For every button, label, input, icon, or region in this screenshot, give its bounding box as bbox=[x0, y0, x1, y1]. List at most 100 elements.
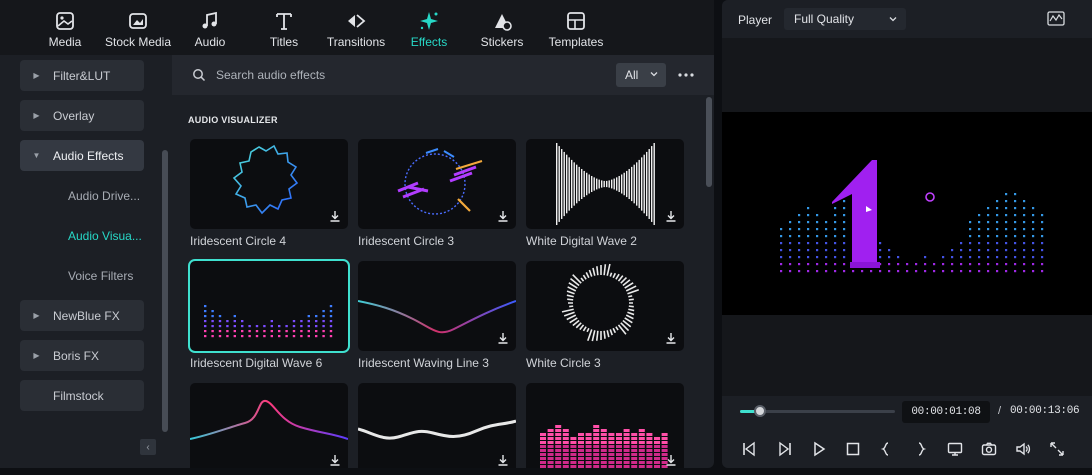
stock-media-icon bbox=[129, 13, 147, 29]
camera-icon bbox=[981, 442, 997, 456]
download-icon[interactable] bbox=[496, 453, 510, 467]
category-label: Boris FX bbox=[53, 348, 100, 363]
category-newblue-fx[interactable]: ▶ NewBlue FX bbox=[20, 300, 144, 331]
tab-stock-media[interactable]: Stock Media bbox=[104, 0, 172, 55]
category-label: NewBlue FX bbox=[53, 308, 120, 323]
tab-transitions-label: Transitions bbox=[326, 35, 386, 49]
tab-transitions[interactable]: Transitions bbox=[327, 0, 385, 55]
caret-right-icon: ▶ bbox=[33, 111, 40, 120]
tab-stickers-label: Stickers bbox=[480, 35, 524, 49]
effect-card-label: Iridescent Waving Line 3 bbox=[358, 356, 489, 370]
caret-right-icon: ▶ bbox=[33, 71, 40, 80]
effect-card-label: White Circle 3 bbox=[526, 356, 601, 370]
current-timecode[interactable]: 00:00:01:08 bbox=[902, 401, 990, 423]
total-duration: 00:00:13:06 bbox=[1010, 405, 1080, 417]
mark-out-button[interactable] bbox=[912, 440, 930, 458]
speaker-icon bbox=[1016, 442, 1031, 456]
effect-thumbnail bbox=[204, 305, 333, 338]
download-icon[interactable] bbox=[664, 209, 678, 223]
filter-dropdown[interactable]: All bbox=[616, 63, 666, 87]
effect-thumbnail bbox=[190, 399, 348, 440]
effect-card-row3-2[interactable] bbox=[358, 383, 516, 468]
preview-visualizer bbox=[780, 160, 1044, 273]
tab-audio[interactable]: Audio bbox=[192, 0, 228, 55]
play-button[interactable] bbox=[810, 440, 828, 458]
tab-media[interactable]: Media bbox=[46, 0, 84, 55]
category-filmstock[interactable]: Filmstock bbox=[20, 380, 144, 411]
tab-effects-label: Effects bbox=[410, 35, 448, 49]
caret-right-icon: ▶ bbox=[33, 311, 40, 320]
stop-button[interactable] bbox=[844, 440, 862, 458]
effect-card-label: Iridescent Digital Wave 6 bbox=[190, 356, 323, 370]
step-forward-icon bbox=[779, 441, 791, 457]
sparkle-effects-icon bbox=[420, 12, 438, 30]
download-icon[interactable] bbox=[496, 331, 510, 345]
tab-stock-media-label: Stock Media bbox=[104, 35, 172, 49]
search-icon bbox=[193, 69, 206, 82]
category-label: Overlay bbox=[53, 108, 95, 123]
sidebar-scrollbar[interactable] bbox=[162, 150, 168, 432]
tab-audio-label: Audio bbox=[194, 35, 226, 49]
category-label: Filmstock bbox=[53, 388, 104, 403]
render-preview-button[interactable] bbox=[946, 440, 964, 458]
transitions-icon bbox=[348, 14, 366, 28]
download-icon[interactable] bbox=[328, 453, 342, 467]
tab-titles-label: Titles bbox=[269, 35, 299, 49]
playback-progress[interactable] bbox=[740, 405, 895, 417]
category-boris-fx[interactable]: ▶ Boris FX bbox=[20, 340, 144, 371]
tab-titles[interactable]: Titles bbox=[268, 0, 300, 55]
volume-button[interactable] bbox=[1014, 440, 1032, 458]
more-options-icon[interactable] bbox=[677, 66, 695, 84]
media-icon bbox=[56, 12, 74, 30]
subcategory-voice-filters[interactable]: Voice Filters bbox=[68, 269, 133, 283]
tab-effects[interactable]: Effects bbox=[410, 0, 448, 55]
filter-value: All bbox=[625, 68, 639, 82]
download-icon[interactable] bbox=[664, 331, 678, 345]
category-label: Filter&LUT bbox=[53, 68, 111, 83]
quality-dropdown[interactable]: Full Quality bbox=[784, 8, 906, 30]
effect-card-iridescent-waving-line-3[interactable] bbox=[358, 261, 516, 351]
category-filter-lut[interactable]: ▶ Filter&LUT bbox=[20, 60, 144, 91]
search-input[interactable] bbox=[216, 67, 576, 83]
download-icon[interactable] bbox=[664, 453, 678, 467]
chevron-down-icon bbox=[650, 72, 658, 77]
time-separator: / bbox=[998, 405, 1002, 417]
collapse-sidebar-button[interactable]: ‹ bbox=[140, 439, 156, 455]
category-overlay[interactable]: ▶ Overlay bbox=[20, 100, 144, 131]
snapshot-button[interactable] bbox=[980, 440, 998, 458]
effect-card-row3-3[interactable] bbox=[526, 383, 684, 468]
category-audio-effects[interactable]: ▼ Audio Effects bbox=[20, 140, 144, 171]
subcategory-audio-driven[interactable]: Audio Drive... bbox=[68, 189, 140, 203]
video-preview[interactable] bbox=[722, 112, 1092, 315]
next-frame-button[interactable] bbox=[776, 440, 794, 458]
download-icon[interactable] bbox=[496, 209, 510, 223]
effect-card-iridescent-digital-wave-6[interactable] bbox=[188, 259, 350, 353]
effect-card-label: White Digital Wave 2 bbox=[526, 234, 637, 248]
progress-knob[interactable] bbox=[754, 405, 767, 417]
effect-card-row3-1[interactable] bbox=[190, 383, 348, 468]
effect-thumbnail bbox=[397, 148, 483, 215]
download-icon[interactable] bbox=[328, 209, 342, 223]
quality-value: Full Quality bbox=[794, 12, 855, 26]
content-scrollbar[interactable] bbox=[706, 97, 712, 187]
subcategory-audio-visualizer[interactable]: Audio Visua... bbox=[68, 229, 142, 243]
waveform-icon[interactable] bbox=[1047, 11, 1065, 26]
display-icon bbox=[947, 442, 963, 456]
mark-in-button[interactable] bbox=[877, 440, 895, 458]
effect-thumbnail bbox=[561, 263, 640, 342]
tab-templates[interactable]: Templates bbox=[548, 0, 604, 55]
effect-card-white-digital-wave-2[interactable] bbox=[526, 139, 684, 229]
fullscreen-button[interactable] bbox=[1048, 440, 1066, 458]
mark-out-icon bbox=[918, 442, 927, 456]
previous-frame-button[interactable] bbox=[740, 440, 758, 458]
tab-stickers[interactable]: Stickers bbox=[480, 0, 524, 55]
effect-card-iridescent-circle-3[interactable] bbox=[358, 139, 516, 229]
section-title: AUDIO VISUALIZER bbox=[188, 115, 278, 125]
effect-card-iridescent-circle-4[interactable] bbox=[190, 139, 348, 229]
tab-templates-label: Templates bbox=[548, 35, 604, 49]
effect-card-white-circle-3[interactable] bbox=[526, 261, 684, 351]
player-title: Player bbox=[738, 13, 773, 27]
caret-down-icon: ▼ bbox=[32, 151, 41, 160]
tab-media-label: Media bbox=[48, 35, 82, 49]
music-note-icon bbox=[202, 11, 217, 29]
